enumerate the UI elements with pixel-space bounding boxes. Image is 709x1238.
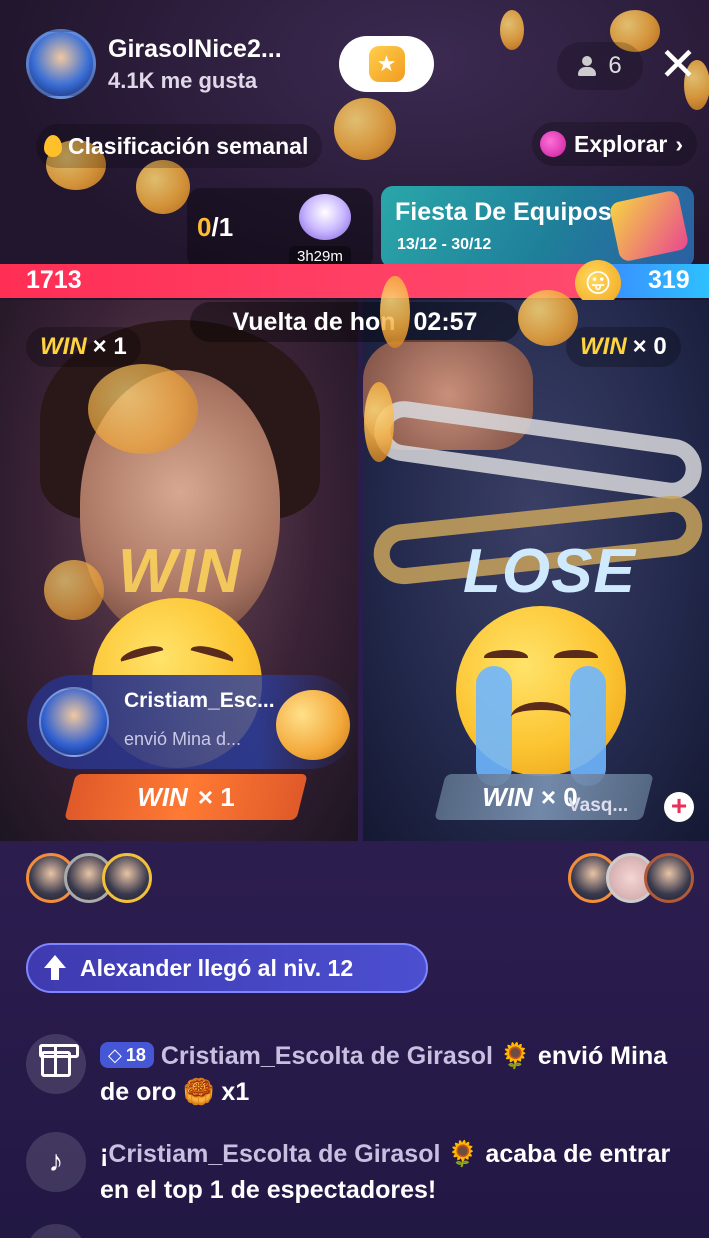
crying-emoji-icon (456, 606, 626, 786)
round-label: Vuelta de hon (232, 307, 396, 336)
host-likes: 4.1K me gusta (108, 67, 258, 93)
pk-right-score: 319 (648, 266, 690, 294)
falling-coin-decoration (364, 382, 394, 462)
pk-left-score: 1713 (26, 266, 82, 294)
left-win-label: WIN (40, 333, 87, 360)
emoji-eye (554, 650, 598, 664)
video-content (370, 397, 706, 503)
gift-icon (26, 1034, 86, 1094)
follow-button[interactable]: ★ (339, 36, 434, 92)
live-stream-screen: GirasolNice2... 4.1K me gusta ★ 6 ✕ Clas… (0, 0, 709, 1238)
gift-sender-avatar[interactable] (39, 687, 109, 757)
left-win-count: × 1 (92, 333, 127, 360)
right-banner-win-label: WIN (482, 781, 533, 812)
right-win-counter: WIN × 0 (566, 327, 681, 367)
flame-icon (44, 135, 62, 157)
emoji-eye (484, 650, 528, 664)
tear-shape (476, 666, 512, 786)
weekly-ranking-button[interactable]: Clasificación semanal (36, 124, 323, 168)
supporter-avatar[interactable] (102, 853, 152, 903)
tear-shape (570, 666, 606, 786)
person-icon (578, 56, 597, 76)
left-top-supporters[interactable] (26, 853, 152, 905)
weekly-ranking-label: Clasificación semanal (68, 132, 309, 159)
chat-message-text: ◇ 18 Cristiam_Escolta de Girasol 🌻 envió … (100, 1038, 680, 1110)
right-result-text: LOSE (463, 537, 636, 606)
user-level-value: 18 (125, 1045, 146, 1065)
bunny-gift-icon (299, 194, 351, 240)
gift-sender-name: Cristiam_Esc... (124, 689, 275, 712)
gift-box-decoration (608, 189, 690, 263)
viewer-count-value: 6 (608, 52, 622, 79)
opponent-name[interactable]: Vasq... (568, 795, 628, 817)
left-win-banner: WIN × 1 (70, 774, 302, 820)
chevron-right-icon: › (675, 130, 683, 157)
round-countdown: 02:57 (413, 307, 478, 336)
chat-username[interactable]: Cristiam_Escolta de Girasol 🌻 (161, 1042, 531, 1070)
falling-coin-decoration (136, 160, 190, 214)
arrow-up-icon (44, 955, 66, 981)
left-result-text: WIN (118, 537, 242, 606)
gift-description: envió Mina d... (124, 729, 242, 749)
match-score: 0/1 (197, 212, 233, 243)
explore-button[interactable]: Explorar › (532, 122, 697, 166)
pk-left-fill (0, 264, 598, 298)
left-win-counter: WIN × 1 (26, 327, 141, 367)
level-up-banner: Alexander llegó al niv. 12 (26, 943, 428, 993)
chat-message-text: ¡Cristiam_Escolta de Girasol 🌻 acaba de … (100, 1136, 680, 1208)
falling-coin-decoration (44, 560, 104, 620)
left-banner-win-label: WIN (137, 781, 188, 812)
chat-username[interactable]: Cristiam_Escolta de Girasol 🌻 (108, 1140, 478, 1168)
falling-coin-decoration (334, 98, 396, 160)
left-banner-count: × 1 (197, 781, 235, 812)
supporter-avatar[interactable] (644, 853, 694, 903)
falling-coin-decoration (518, 290, 578, 346)
chat-icon-partial (26, 1224, 86, 1238)
explore-label: Explorar (574, 130, 668, 157)
chat-message: ♪ ¡Cristiam_Escolta de Girasol 🌻 acaba d… (26, 1132, 686, 1212)
host-name: GirasolNice2... (108, 34, 282, 63)
emoji-mouth (511, 702, 571, 732)
right-top-supporters[interactable] (568, 853, 694, 905)
match-total: /1 (211, 212, 234, 242)
star-icon: ★ (368, 46, 405, 82)
music-note-icon: ♪ (48, 1145, 64, 1178)
gold-coin-gift-icon (276, 690, 350, 760)
diamond-icon: ◇ (108, 1045, 122, 1065)
falling-coin-decoration (380, 276, 410, 348)
emoji-eye (188, 642, 236, 668)
level-up-text: Alexander llegó al niv. 12 (80, 954, 354, 981)
event-dates: 13/12 - 30/12 (397, 236, 492, 253)
round-title: Vuelta de hon 02:57 (190, 302, 520, 342)
event-banner[interactable]: Fiesta De Equipos 13/12 - 30/12 (381, 186, 694, 268)
right-win-count: × 0 (632, 333, 667, 360)
falling-coin-decoration (500, 10, 524, 50)
follow-opponent-button[interactable]: + (664, 792, 694, 822)
chat-message: ◇ 18 Cristiam_Escolta de Girasol 🌻 envió … (26, 1034, 686, 1114)
match-current: 0 (197, 212, 212, 242)
viewer-count[interactable]: 6 (557, 42, 643, 90)
tiktok-icon: ♪ (26, 1132, 86, 1192)
match-progress[interactable]: 0/1 3h29m (187, 188, 373, 270)
gift-box-shape (39, 1044, 79, 1077)
explore-icon (540, 131, 566, 157)
event-title: Fiesta De Equipos (395, 198, 612, 226)
emoji-eye (118, 642, 166, 668)
close-button[interactable]: ✕ (656, 41, 700, 88)
user-level-badge: ◇ 18 (100, 1042, 154, 1068)
falling-coin-decoration (88, 364, 198, 454)
right-win-label: WIN (580, 333, 627, 360)
host-avatar[interactable] (26, 29, 96, 99)
